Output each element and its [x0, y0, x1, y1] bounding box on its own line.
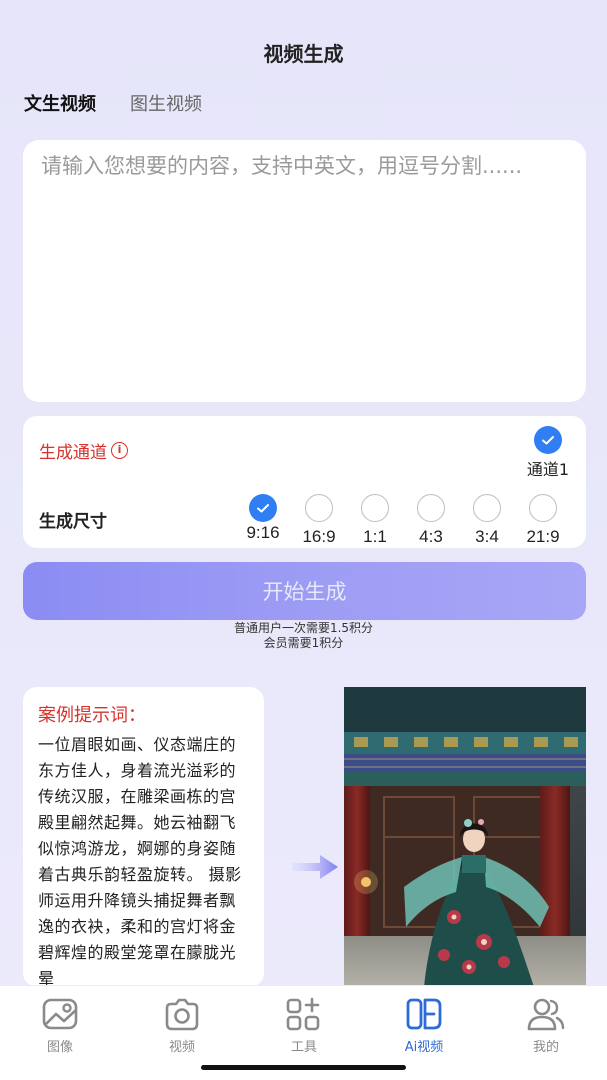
image-icon: [42, 998, 78, 1030]
cost-member: 会员需要1积分: [263, 636, 344, 650]
tabbar-item-tools[interactable]: 工具: [264, 996, 344, 1055]
tools-grid-icon: [286, 997, 320, 1031]
tabbar-label: Ai视频: [404, 1040, 444, 1055]
unchecked-circle-icon: [473, 494, 501, 522]
size-option-16-9[interactable]: 16:9: [291, 494, 347, 547]
size-option-21-9[interactable]: 21:9: [515, 494, 571, 547]
size-option-label: 3:4: [475, 527, 499, 546]
tabbar-item-image[interactable]: 图像: [20, 996, 100, 1055]
size-option-4-3[interactable]: 4:3: [403, 494, 459, 547]
size-option-label: 4:3: [419, 527, 443, 546]
tabbar-label: 图像: [46, 1040, 73, 1055]
example-video-thumbnail[interactable]: [344, 687, 586, 987]
palace-dancer-image: [344, 687, 586, 987]
cost-info: 普通用户一次需要1.5积分 会员需要1积分: [0, 621, 607, 651]
prompt-input[interactable]: [41, 152, 568, 390]
ai-video-icon: [406, 998, 442, 1030]
tabbar-label: 视频: [168, 1040, 195, 1055]
unchecked-circle-icon: [361, 494, 389, 522]
tabbar-item-ai-video[interactable]: Ai视频: [384, 996, 464, 1055]
unchecked-circle-icon: [529, 494, 557, 522]
size-option-label: 9:16: [246, 523, 280, 542]
size-option-9-16[interactable]: 9:16: [235, 494, 291, 547]
size-options: 9:16 16:9 1:1 4:3 3:4 21:9: [235, 494, 571, 547]
mode-tabs: 文生视频 图生视频: [24, 90, 202, 116]
tab-image-to-video[interactable]: 图生视频: [130, 90, 202, 116]
channel-option-1[interactable]: 通道1: [513, 426, 583, 480]
size-option-label: 21:9: [526, 527, 560, 546]
tabbar-label: 我的: [532, 1040, 559, 1055]
start-generate-button[interactable]: 开始生成: [23, 562, 586, 620]
arrow-right-icon: [292, 855, 338, 879]
size-option-label: 1:1: [363, 527, 387, 546]
checked-circle-icon: [534, 426, 562, 454]
camera-icon: [165, 998, 199, 1031]
home-indicator: [201, 1065, 406, 1070]
size-option-1-1[interactable]: 1:1: [347, 494, 403, 547]
info-icon[interactable]: i: [111, 442, 128, 459]
channel-label-row: 生成通道 i: [39, 438, 128, 463]
example-text: 一位眉眼如画、仪态端庄的东方佳人，身着流光溢彩的传统汉服，在雕梁画栋的宫殿里翩然…: [38, 735, 242, 987]
page-title: 视频生成: [263, 42, 344, 66]
user-icon: [527, 998, 565, 1031]
unchecked-circle-icon: [305, 494, 333, 522]
unchecked-circle-icon: [417, 494, 445, 522]
size-option-3-4[interactable]: 3:4: [459, 494, 515, 547]
checked-circle-icon: [249, 494, 277, 522]
size-label: 生成尺寸: [39, 512, 107, 532]
cost-normal-user: 普通用户一次需要1.5积分: [233, 621, 374, 635]
channel-label: 生成通道: [39, 443, 107, 463]
example-title: 案例提示词：: [38, 705, 146, 726]
example-prompt-card[interactable]: 案例提示词： 一位眉眼如画、仪态端庄的东方佳人，身着流光溢彩的传统汉服，在雕梁画…: [23, 687, 264, 987]
channel-option-label: 通道1: [526, 460, 570, 479]
tabbar-item-video[interactable]: 视频: [142, 996, 222, 1055]
tab-text-to-video[interactable]: 文生视频: [24, 90, 96, 116]
prompt-box: [23, 140, 586, 402]
tabbar-item-profile[interactable]: 我的: [506, 996, 586, 1055]
generation-options: 生成通道 i 通道1 生成尺寸 9:16 16:9 1:1 4:3 3:4 21…: [23, 416, 586, 548]
size-option-label: 16:9: [302, 527, 336, 546]
tabbar-label: 工具: [290, 1040, 317, 1055]
